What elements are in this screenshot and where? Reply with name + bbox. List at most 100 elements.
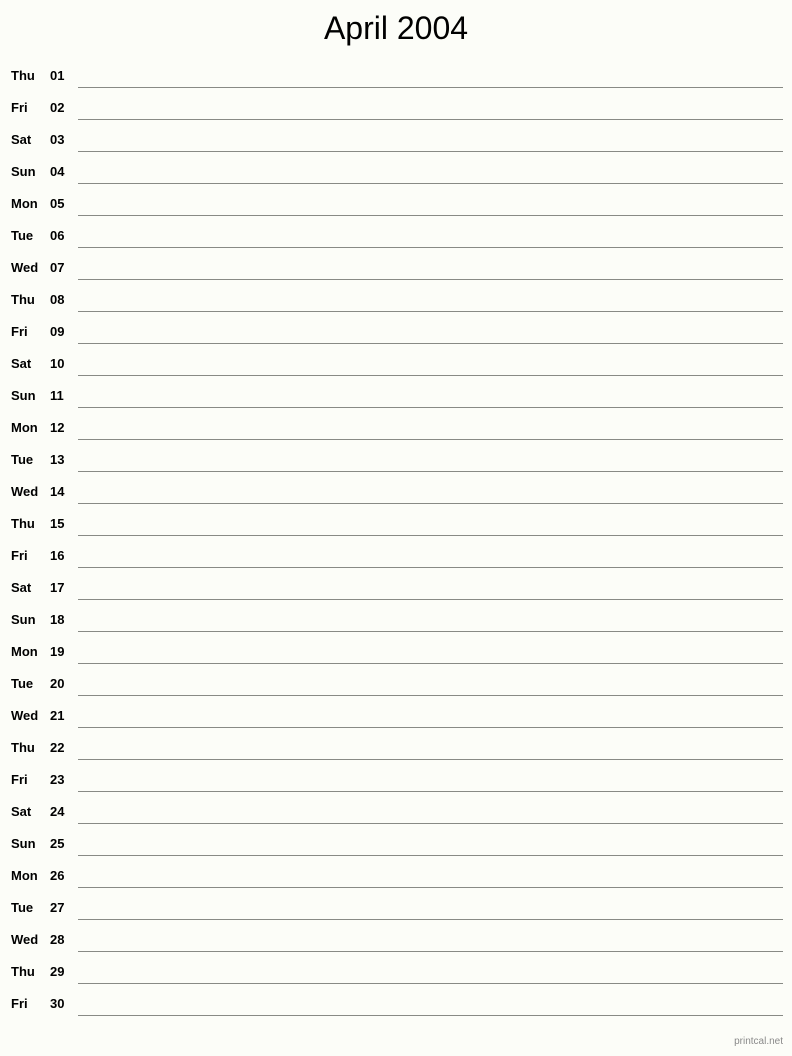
day-writing-line[interactable]: [78, 311, 783, 312]
day-writing-line[interactable]: [78, 119, 783, 120]
day-writing-line[interactable]: [78, 503, 783, 504]
day-weekday-label: Fri: [11, 996, 28, 1011]
footer-credit: printcal.net: [734, 1036, 783, 1047]
day-row: Mon 12: [0, 412, 792, 444]
day-row: Fri 02: [0, 92, 792, 124]
day-weekday-label: Mon: [11, 868, 38, 883]
day-writing-line[interactable]: [78, 471, 783, 472]
day-weekday-label: Fri: [11, 548, 28, 563]
day-weekday-label: Wed: [11, 932, 39, 947]
day-row: Thu 15: [0, 508, 792, 540]
day-number-label: 22: [50, 740, 65, 755]
day-writing-line[interactable]: [78, 951, 783, 952]
day-number-label: 30: [50, 996, 65, 1011]
day-row: Wed 07: [0, 252, 792, 284]
day-number-label: 27: [50, 900, 65, 915]
day-writing-line[interactable]: [78, 183, 783, 184]
day-writing-line[interactable]: [78, 279, 783, 280]
day-number-label: 16: [50, 548, 65, 563]
day-row: Sat 03: [0, 124, 792, 156]
day-row: Fri 09: [0, 316, 792, 348]
day-writing-line[interactable]: [78, 727, 783, 728]
day-writing-line[interactable]: [78, 215, 783, 216]
day-number-label: 18: [50, 612, 65, 627]
day-weekday-label: Thu: [11, 516, 35, 531]
day-writing-line[interactable]: [78, 151, 783, 152]
day-number-label: 06: [50, 228, 65, 243]
day-row: Fri 23: [0, 764, 792, 796]
day-row: Thu 29: [0, 956, 792, 988]
page-title: April 2004: [323, 10, 469, 46]
day-row: Thu 08: [0, 284, 792, 316]
day-row: Sun 04: [0, 156, 792, 188]
day-row: Tue 13: [0, 444, 792, 476]
day-writing-line[interactable]: [78, 983, 783, 984]
day-writing-line[interactable]: [78, 919, 783, 920]
day-number-label: 03: [50, 132, 65, 147]
day-weekday-label: Fri: [11, 772, 28, 787]
day-writing-line[interactable]: [78, 823, 783, 824]
day-writing-line[interactable]: [78, 87, 783, 88]
day-weekday-label: Tue: [11, 228, 34, 243]
day-number-label: 05: [50, 196, 65, 211]
day-row: Thu 01: [0, 60, 792, 92]
day-row: Sat 17: [0, 572, 792, 604]
day-number-label: 01: [50, 68, 65, 83]
day-weekday-label: Sat: [11, 356, 32, 371]
day-row: Sun 18: [0, 604, 792, 636]
day-row: Mon 19: [0, 636, 792, 668]
day-weekday-label: Mon: [11, 420, 38, 435]
day-number-label: 02: [50, 100, 65, 115]
day-weekday-label: Sun: [11, 164, 36, 179]
day-weekday-label: Sat: [11, 132, 32, 147]
day-row: Sat 10: [0, 348, 792, 380]
day-writing-line[interactable]: [78, 599, 783, 600]
day-writing-line[interactable]: [78, 791, 783, 792]
day-writing-line[interactable]: [78, 631, 783, 632]
day-row: Tue 20: [0, 668, 792, 700]
day-row: Sat 24: [0, 796, 792, 828]
day-weekday-label: Sat: [11, 804, 32, 819]
day-number-label: 14: [50, 484, 65, 499]
day-weekday-label: Sun: [11, 612, 36, 627]
day-writing-line[interactable]: [78, 887, 783, 888]
day-number-label: 15: [50, 516, 65, 531]
day-row: Thu 22: [0, 732, 792, 764]
day-number-label: 24: [50, 804, 65, 819]
day-row: Fri 30: [0, 988, 792, 1020]
day-writing-line[interactable]: [78, 439, 783, 440]
day-row: Tue 06: [0, 220, 792, 252]
day-writing-line[interactable]: [78, 343, 783, 344]
day-writing-line[interactable]: [78, 695, 783, 696]
day-row: Mon 05: [0, 188, 792, 220]
day-weekday-label: Fri: [11, 324, 28, 339]
day-writing-line[interactable]: [78, 759, 783, 760]
day-number-label: 11: [50, 388, 64, 403]
calendar-page: April 2004 Thu 01 Fri 02 Sat 03 Sun 04 Mon 05 Tue 0…: [0, 0, 792, 1056]
day-number-label: 20: [50, 676, 65, 691]
day-number-label: 25: [50, 836, 65, 851]
day-number-label: 26: [50, 868, 65, 883]
day-writing-line[interactable]: [78, 535, 783, 536]
day-number-label: 12: [50, 420, 65, 435]
day-number-label: 08: [50, 292, 65, 307]
day-writing-line[interactable]: [78, 567, 783, 568]
day-writing-line[interactable]: [78, 247, 783, 248]
day-writing-line[interactable]: [78, 855, 783, 856]
day-number-label: 07: [50, 260, 65, 275]
day-row: Tue 27: [0, 892, 792, 924]
day-row: Sun 25: [0, 828, 792, 860]
day-number-label: 29: [50, 964, 65, 979]
day-weekday-label: Mon: [11, 644, 38, 659]
day-weekday-label: Wed: [11, 484, 39, 499]
day-weekday-label: Tue: [11, 676, 34, 691]
day-number-label: 21: [50, 708, 65, 723]
day-weekday-label: Fri: [11, 100, 28, 115]
day-writing-line[interactable]: [78, 1015, 783, 1016]
day-writing-line[interactable]: [78, 375, 783, 376]
day-weekday-label: Sun: [11, 836, 36, 851]
day-writing-line[interactable]: [78, 663, 783, 664]
day-weekday-label: Wed: [11, 260, 39, 275]
day-writing-line[interactable]: [78, 407, 783, 408]
day-row: Mon 26: [0, 860, 792, 892]
